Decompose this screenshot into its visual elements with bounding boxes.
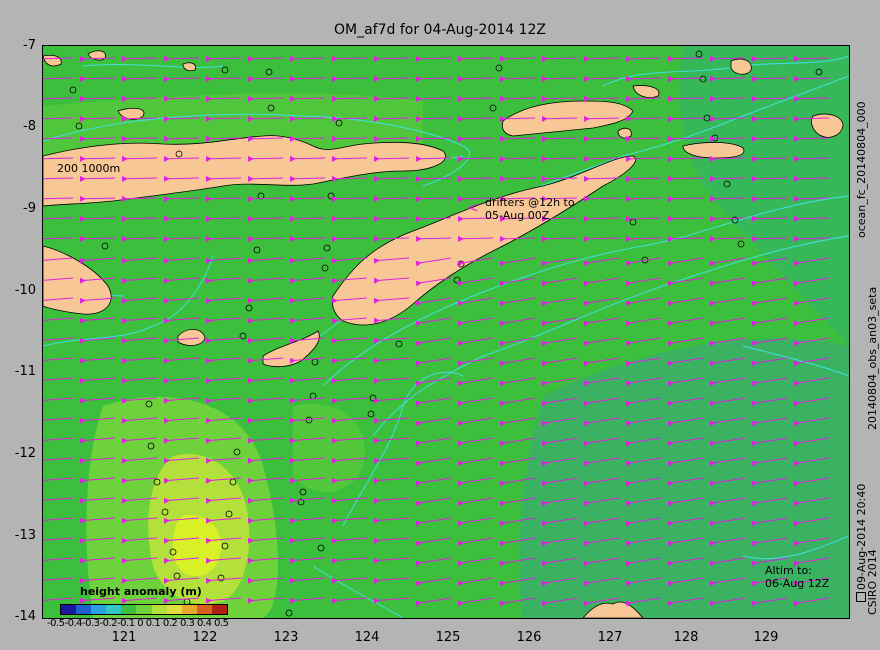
legend-swatch bbox=[136, 605, 152, 614]
map-canvas bbox=[43, 46, 849, 618]
y-tick-label: -10 bbox=[14, 283, 36, 298]
legend-title: height anomaly (m) bbox=[80, 585, 202, 598]
legend-swatch bbox=[106, 605, 122, 614]
legend-swatch bbox=[76, 605, 92, 614]
x-tick-label: 126 bbox=[516, 630, 542, 645]
y-tick-label: -11 bbox=[14, 364, 36, 379]
legend-swatch bbox=[91, 605, 107, 614]
copyright-label: CSIRO 2014 bbox=[866, 549, 879, 615]
x-tick-label: 124 bbox=[354, 630, 380, 645]
altim-note-line2: 06-Aug 12Z bbox=[765, 577, 830, 590]
y-tick-label: -14 bbox=[14, 609, 36, 624]
altim-note-line1: Altim to: bbox=[765, 564, 812, 577]
drifter-symbol: < bbox=[467, 200, 479, 216]
damar-island bbox=[730, 58, 752, 75]
x-tick-label: 122 bbox=[192, 630, 218, 645]
legend-swatch bbox=[181, 605, 197, 614]
x-tick-label: 123 bbox=[273, 630, 299, 645]
drifters-note-line2: 05-Aug 00Z bbox=[485, 209, 550, 222]
drifters-note-line1: drifters @12h to bbox=[485, 196, 575, 209]
forecast-label: ocean_fc_20140804_000 bbox=[855, 101, 868, 238]
legend-swatch bbox=[211, 605, 228, 614]
legend-swatch bbox=[121, 605, 137, 614]
map-title: OM_af7d for 04-Aug-2014 12Z bbox=[334, 22, 546, 38]
small-island bbox=[617, 127, 632, 139]
x-tick-label: 128 bbox=[673, 630, 699, 645]
x-tick-label: 127 bbox=[597, 630, 623, 645]
y-tick-label: -7 bbox=[23, 38, 36, 53]
y-tick-label: -13 bbox=[14, 528, 36, 543]
y-tick-label: -9 bbox=[23, 201, 36, 216]
legend-swatch bbox=[151, 605, 167, 614]
legend-swatch bbox=[61, 605, 77, 614]
y-tick-label: -12 bbox=[14, 446, 36, 461]
legend-swatch bbox=[166, 605, 182, 614]
obs-label: 20140804_obs_an03_seta bbox=[866, 286, 879, 430]
x-tick-label: 125 bbox=[435, 630, 461, 645]
map-panel: 200 1000m drifters @12h to 05-Aug 00Z < … bbox=[42, 45, 850, 619]
legend-swatch bbox=[196, 605, 212, 614]
legend-ticks: -0.5-0.4-0.3-0.2-0.1 0 0.1 0.2 0.3 0.4 0… bbox=[47, 618, 229, 629]
y-tick-label: -8 bbox=[23, 119, 36, 134]
x-tick-label: 129 bbox=[753, 630, 779, 645]
legend-colorbar bbox=[60, 604, 228, 615]
copyright-icon bbox=[856, 592, 866, 602]
contour-label: 200 1000m bbox=[57, 162, 121, 175]
x-tick-label: 121 bbox=[111, 630, 137, 645]
